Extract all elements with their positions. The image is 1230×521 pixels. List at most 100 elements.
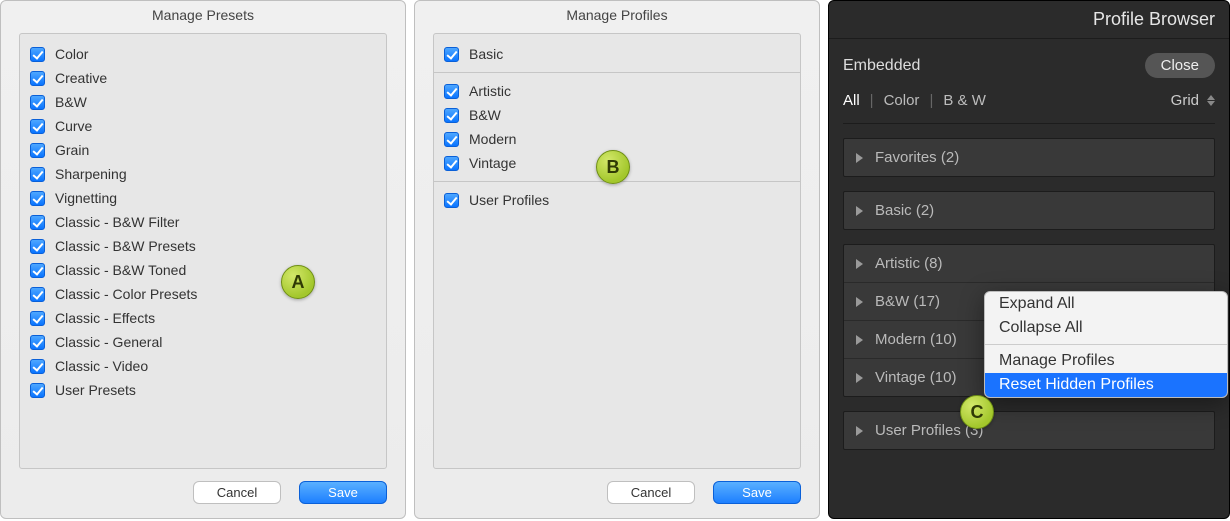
- disclosure-triangle-icon: [856, 335, 863, 345]
- checkbox[interactable]: [30, 215, 45, 230]
- checkbox[interactable]: [30, 143, 45, 158]
- filter-all[interactable]: All: [843, 92, 860, 109]
- list-item-label: User Presets: [55, 382, 136, 398]
- profile-group-label: Favorites (2): [875, 149, 959, 166]
- checkbox[interactable]: [30, 263, 45, 278]
- list-item[interactable]: User Profiles: [434, 188, 800, 212]
- checkbox[interactable]: [444, 132, 459, 147]
- profiles-list: Basic Artistic B&W Modern Vintage User Profil…: [433, 33, 801, 469]
- list-item[interactable]: Classic - B&W Filter: [20, 210, 386, 234]
- profile-group: Favorites (2): [843, 138, 1215, 177]
- list-item-label: User Profiles: [469, 192, 549, 208]
- list-item[interactable]: B&W: [434, 103, 800, 127]
- menu-expand-all[interactable]: Expand All: [985, 292, 1227, 316]
- checkbox[interactable]: [30, 239, 45, 254]
- disclosure-triangle-icon: [856, 259, 863, 269]
- list-item-label: Classic - Effects: [55, 310, 155, 326]
- checkbox[interactable]: [30, 71, 45, 86]
- menu-reset-hidden[interactable]: Reset Hidden Profiles: [985, 373, 1227, 397]
- list-item-label: Curve: [55, 118, 92, 134]
- list-item-label: Vintage: [469, 155, 516, 171]
- button-row: Cancel Save: [415, 469, 819, 518]
- cancel-button[interactable]: Cancel: [607, 481, 695, 504]
- profile-group-row[interactable]: Favorites (2): [844, 139, 1214, 176]
- filter-color[interactable]: Color: [884, 92, 920, 109]
- profile-group-label: Artistic (8): [875, 255, 943, 272]
- checkbox[interactable]: [30, 287, 45, 302]
- list-item-label: Vignetting: [55, 190, 117, 206]
- view-select[interactable]: Grid: [1171, 92, 1215, 109]
- list-item-label: Color: [55, 46, 88, 62]
- list-item[interactable]: Classic - B&W Toned: [20, 258, 386, 282]
- list-item[interactable]: Classic - Video: [20, 354, 386, 378]
- checkbox[interactable]: [30, 119, 45, 134]
- list-item-label: Creative: [55, 70, 107, 86]
- list-item[interactable]: Modern: [434, 127, 800, 151]
- checkbox[interactable]: [30, 95, 45, 110]
- disclosure-triangle-icon: [856, 153, 863, 163]
- manage-profiles-panel: Manage Profiles Basic Artistic B&W Modern Vi…: [414, 0, 820, 519]
- profile-group-label: Vintage (10): [875, 369, 956, 386]
- cancel-button[interactable]: Cancel: [193, 481, 281, 504]
- profile-group-label: B&W (17): [875, 293, 940, 310]
- profile-group-row[interactable]: Basic (2): [844, 192, 1214, 229]
- button-row: Cancel Save: [1, 469, 405, 518]
- list-item[interactable]: Classic - Color Presets: [20, 282, 386, 306]
- presets-list: Color Creative B&W Curve Grain Sharpening Vign…: [19, 33, 387, 469]
- list-item-label: Grain: [55, 142, 89, 158]
- profile-group-row[interactable]: User Profiles (3): [844, 412, 1214, 449]
- checkbox[interactable]: [30, 383, 45, 398]
- list-item[interactable]: Curve: [20, 114, 386, 138]
- close-button[interactable]: Close: [1145, 53, 1215, 78]
- list-item[interactable]: Classic - General: [20, 330, 386, 354]
- checkbox[interactable]: [30, 167, 45, 182]
- list-item-label: B&W: [55, 94, 87, 110]
- list-item-label: Basic: [469, 46, 503, 62]
- list-item-label: Modern: [469, 131, 516, 147]
- list-item[interactable]: Classic - B&W Presets: [20, 234, 386, 258]
- list-item-label: Classic - B&W Toned: [55, 262, 186, 278]
- list-item-label: Sharpening: [55, 166, 127, 182]
- list-item[interactable]: Classic - Effects: [20, 306, 386, 330]
- profile-browser-panel: Profile Browser Embedded Close All | Col…: [828, 0, 1230, 519]
- checkbox[interactable]: [30, 359, 45, 374]
- profile-group: Basic (2): [843, 191, 1215, 230]
- embedded-label: Embedded: [843, 57, 920, 75]
- panel-title: Manage Profiles: [415, 1, 819, 33]
- disclosure-triangle-icon: [856, 373, 863, 383]
- checkbox[interactable]: [444, 84, 459, 99]
- save-button[interactable]: Save: [713, 481, 801, 504]
- checkbox[interactable]: [444, 193, 459, 208]
- context-menu: Expand All Collapse All Manage Profiles …: [984, 291, 1228, 398]
- checkbox[interactable]: [30, 335, 45, 350]
- menu-collapse-all[interactable]: Collapse All: [985, 316, 1227, 340]
- profile-group-label: Basic (2): [875, 202, 934, 219]
- list-item[interactable]: Sharpening: [20, 162, 386, 186]
- save-button[interactable]: Save: [299, 481, 387, 504]
- list-item[interactable]: Color: [20, 42, 386, 66]
- disclosure-triangle-icon: [856, 297, 863, 307]
- list-item[interactable]: User Presets: [20, 378, 386, 402]
- checkbox[interactable]: [30, 47, 45, 62]
- filter-bw[interactable]: B & W: [943, 92, 986, 109]
- disclosure-triangle-icon: [856, 426, 863, 436]
- profile-group-row[interactable]: Artistic (8): [844, 245, 1214, 283]
- checkbox[interactable]: [30, 191, 45, 206]
- checkbox[interactable]: [444, 47, 459, 62]
- list-item-label: Artistic: [469, 83, 511, 99]
- checkbox[interactable]: [444, 156, 459, 171]
- list-item[interactable]: Creative: [20, 66, 386, 90]
- panel-title: Profile Browser: [829, 1, 1229, 39]
- checkbox[interactable]: [30, 311, 45, 326]
- list-item[interactable]: Basic: [434, 42, 800, 66]
- stepper-icon: [1207, 95, 1215, 106]
- list-item[interactable]: B&W: [20, 90, 386, 114]
- list-item-label: B&W: [469, 107, 501, 123]
- list-item[interactable]: Vignetting: [20, 186, 386, 210]
- menu-manage-profiles[interactable]: Manage Profiles: [985, 349, 1227, 373]
- checkbox[interactable]: [444, 108, 459, 123]
- list-item[interactable]: Artistic: [434, 79, 800, 103]
- list-item-label: Classic - B&W Filter: [55, 214, 179, 230]
- list-item-label: Classic - Video: [55, 358, 148, 374]
- list-item[interactable]: Grain: [20, 138, 386, 162]
